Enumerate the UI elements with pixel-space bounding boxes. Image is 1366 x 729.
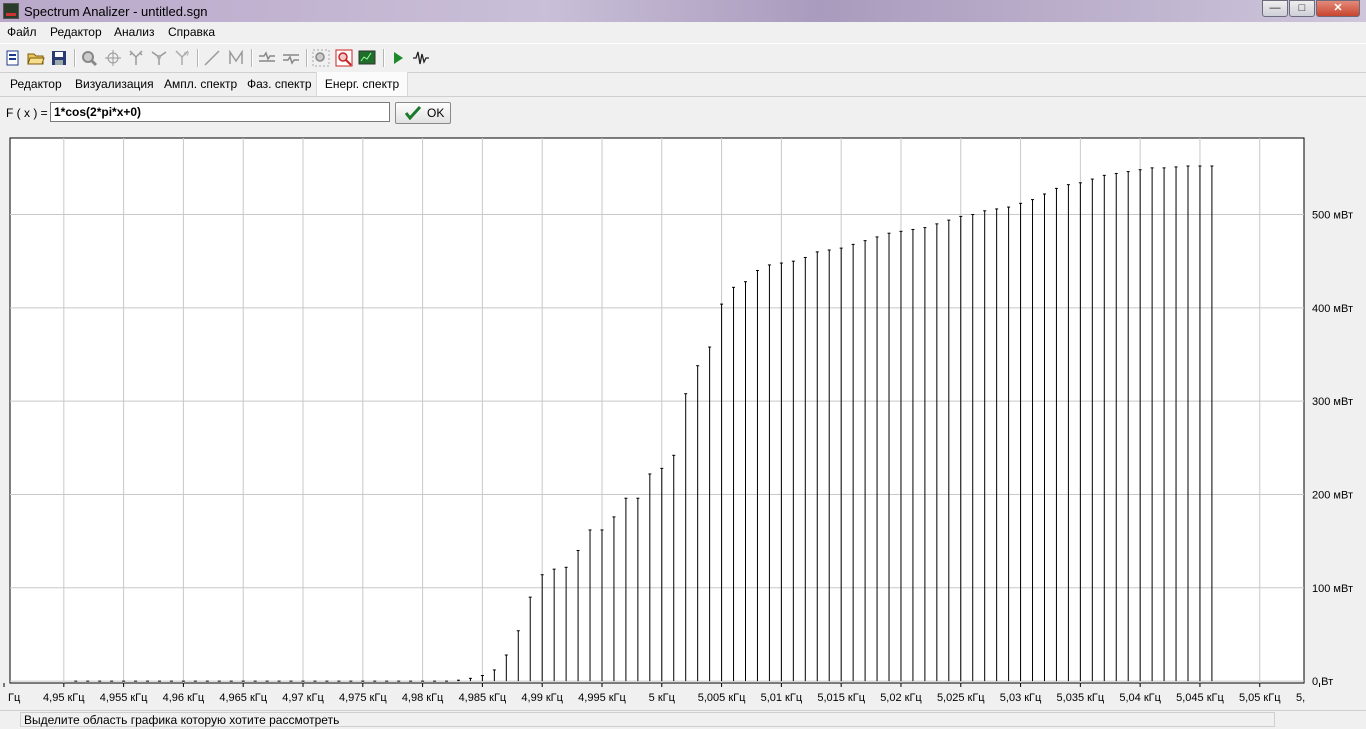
maximize-button[interactable]: □ bbox=[1289, 0, 1315, 17]
status-bar: Выделите область графика которую хотите … bbox=[0, 710, 1366, 729]
x-tick-label: 4,96 кГц bbox=[163, 692, 205, 704]
chart-svg[interactable]: 0 Вт 100 мВт 200 мВт 300 мВт 400 мВт 500 мВт Г… bbox=[0, 130, 1366, 710]
play-icon bbox=[394, 52, 403, 64]
y-tick-label: 0 Вт bbox=[1312, 676, 1333, 688]
x-tick-label: 4,995 кГц bbox=[578, 692, 626, 704]
tab-phase-spectrum[interactable]: Фаз. спектр bbox=[247, 72, 312, 96]
close-icon: ✕ bbox=[1333, 2, 1343, 14]
crosshair-button[interactable] bbox=[104, 49, 122, 67]
branch-button[interactable] bbox=[150, 49, 168, 67]
tab-bar: Редактор Визуализация Ампл. спектр Фаз. … bbox=[0, 72, 1366, 97]
filter-alt-button[interactable] bbox=[282, 49, 300, 67]
x-tick-label: 4,975 кГц bbox=[339, 692, 387, 704]
zoom-reset-button[interactable] bbox=[335, 49, 353, 67]
x-tick-label: 4,965 кГц bbox=[219, 692, 267, 704]
tab-visualization[interactable]: Визуализация bbox=[75, 72, 154, 96]
menu-bar: Файл Редактор Анализ Справка bbox=[0, 22, 1366, 42]
menu-editor[interactable]: Редактор bbox=[50, 25, 102, 39]
wave-icon bbox=[413, 51, 429, 65]
minimize-button[interactable]: — bbox=[1262, 0, 1288, 17]
x-tick-label: 5,015 кГц bbox=[817, 692, 865, 704]
status-text: Выделите область графика которую хотите … bbox=[24, 713, 340, 727]
x-tick-label: 4,98 кГц bbox=[402, 692, 444, 704]
filter-button[interactable] bbox=[258, 49, 276, 67]
x-tick-label: 5,025 кГц bbox=[937, 692, 985, 704]
close-button[interactable]: ✕ bbox=[1316, 0, 1360, 17]
x-tick-label: 5,035 кГц bbox=[1057, 692, 1105, 704]
filter-icon bbox=[259, 51, 275, 62]
y-tick-label: 300 мВт bbox=[1312, 396, 1353, 408]
x-tick-label: 5, bbox=[1296, 692, 1305, 704]
x-tick-label: 5,02 кГц bbox=[880, 692, 922, 704]
x-tick-label: 4,99 кГц bbox=[521, 692, 563, 704]
window-title: Spectrum Analizer - untitled.sgn bbox=[24, 4, 208, 19]
minimize-icon: — bbox=[1269, 2, 1281, 14]
x-tick-label: Гц bbox=[8, 692, 21, 704]
checkmark-icon bbox=[405, 106, 421, 120]
menu-help[interactable]: Справка bbox=[168, 25, 215, 39]
x-tick-label: 4,97 кГц bbox=[282, 692, 324, 704]
menu-analysis[interactable]: Анализ bbox=[114, 25, 155, 39]
tab-editor[interactable]: Редактор bbox=[10, 72, 62, 96]
toolbar: xy bbox=[0, 43, 1366, 73]
app-icon bbox=[3, 3, 19, 19]
x-tick-label: 5 кГц bbox=[649, 692, 676, 704]
x-tick-label: 5,05 кГц bbox=[1239, 692, 1281, 704]
maximize-icon: □ bbox=[1298, 2, 1306, 14]
zoom-button[interactable] bbox=[80, 49, 98, 67]
ok-button[interactable]: OK bbox=[395, 102, 451, 124]
chart-button[interactable] bbox=[358, 49, 376, 67]
menu-file[interactable]: Файл bbox=[7, 25, 37, 39]
zoom-region-icon bbox=[312, 49, 330, 67]
zoom-icon bbox=[82, 51, 98, 67]
save-button[interactable] bbox=[50, 49, 68, 67]
y-tick-label: 200 мВт bbox=[1312, 489, 1353, 501]
play-button[interactable] bbox=[389, 49, 407, 67]
curve-icon bbox=[229, 49, 243, 64]
y-tick-label: 500 мВт bbox=[1312, 210, 1353, 222]
formula-input[interactable] bbox=[50, 102, 390, 122]
open-folder-icon bbox=[27, 53, 45, 65]
x-tick-label: 5,005 кГц bbox=[698, 692, 746, 704]
zoom-region-button[interactable] bbox=[312, 49, 330, 67]
y-tick-label: 400 мВт bbox=[1312, 303, 1353, 315]
curve-button[interactable] bbox=[227, 49, 245, 67]
plot-area bbox=[9, 137, 1305, 684]
new-file-icon bbox=[6, 50, 19, 66]
branch-alt-icon: xy bbox=[175, 50, 190, 65]
zoom-reset-icon bbox=[335, 49, 353, 67]
branch-icon bbox=[151, 51, 167, 65]
ok-button-label: OK bbox=[427, 106, 445, 120]
x-tick-label: 4,955 кГц bbox=[100, 692, 148, 704]
y-tick-label: 100 мВт bbox=[1312, 583, 1353, 595]
x-tick-label: 5,045 кГц bbox=[1176, 692, 1224, 704]
tab-energy-spectrum[interactable]: Енерг. спектр bbox=[316, 72, 408, 96]
window-controls: — □ ✕ bbox=[1261, 0, 1360, 18]
title-bar: Spectrum Analizer - untitled.sgn — □ ✕ bbox=[0, 0, 1366, 22]
line-icon bbox=[204, 50, 220, 66]
x-tick-label: 5,01 кГц bbox=[761, 692, 803, 704]
chart-icon bbox=[358, 50, 376, 65]
tree-button[interactable] bbox=[127, 49, 145, 67]
new-file-button[interactable] bbox=[4, 49, 22, 67]
x-tick-label: 5,04 кГц bbox=[1119, 692, 1161, 704]
wave-button[interactable] bbox=[412, 49, 430, 67]
tree-icon bbox=[129, 50, 143, 65]
crosshair-icon bbox=[105, 50, 121, 66]
line-button[interactable] bbox=[203, 49, 221, 67]
energy-spectrum-chart[interactable]: 0 Вт 100 мВт 200 мВт 300 мВт 400 мВт 500 мВт Г… bbox=[0, 130, 1366, 710]
x-tick-label: 5,03 кГц bbox=[1000, 692, 1042, 704]
branch-alt-button[interactable]: xy bbox=[173, 49, 191, 67]
filter-alt-icon bbox=[283, 54, 299, 65]
x-tick-label: 4,95 кГц bbox=[43, 692, 85, 704]
svg-text:xy: xy bbox=[184, 51, 190, 57]
tab-amplitude-spectrum[interactable]: Ампл. спектр bbox=[164, 72, 237, 96]
save-icon bbox=[52, 51, 66, 65]
x-tick-label: 4,985 кГц bbox=[459, 692, 507, 704]
open-button[interactable] bbox=[27, 49, 45, 67]
formula-label: F ( x ) = bbox=[6, 106, 48, 120]
